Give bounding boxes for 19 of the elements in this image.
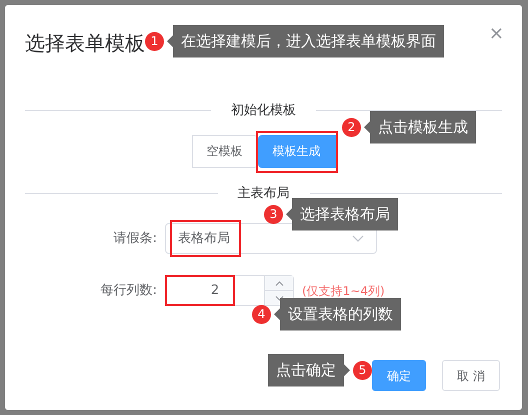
cancel-button[interactable]: 取 消 (442, 360, 500, 391)
callout-tooltip: 点击模板生成 (364, 111, 476, 144)
callout-tooltip: 在选择建模后，进入选择表单模板界面 (167, 25, 444, 58)
dialog-title: 选择表单模板 (25, 30, 145, 57)
callout-tooltip: 设置表格的列数 (274, 298, 401, 330)
select-value: 表格布局 (178, 228, 230, 248)
step-badge: 3 (264, 204, 283, 224)
callout-tooltip: 点击确定 (268, 354, 350, 386)
close-button[interactable]: × (488, 25, 504, 43)
hint-text: (仅支持1~4列) (302, 282, 385, 300)
step-badge: 2 (342, 118, 361, 137)
step-badge: 5 (353, 360, 372, 380)
step-badge: 4 (252, 304, 271, 324)
template-option[interactable]: 空模板 (192, 134, 258, 168)
field-label: 每行列数: (100, 282, 158, 300)
step-badge: 1 (145, 32, 164, 51)
callout-tooltip: 选择表格布局 (286, 198, 398, 230)
chevron-down-icon (352, 235, 364, 242)
field-label: 请假条: (112, 230, 158, 248)
